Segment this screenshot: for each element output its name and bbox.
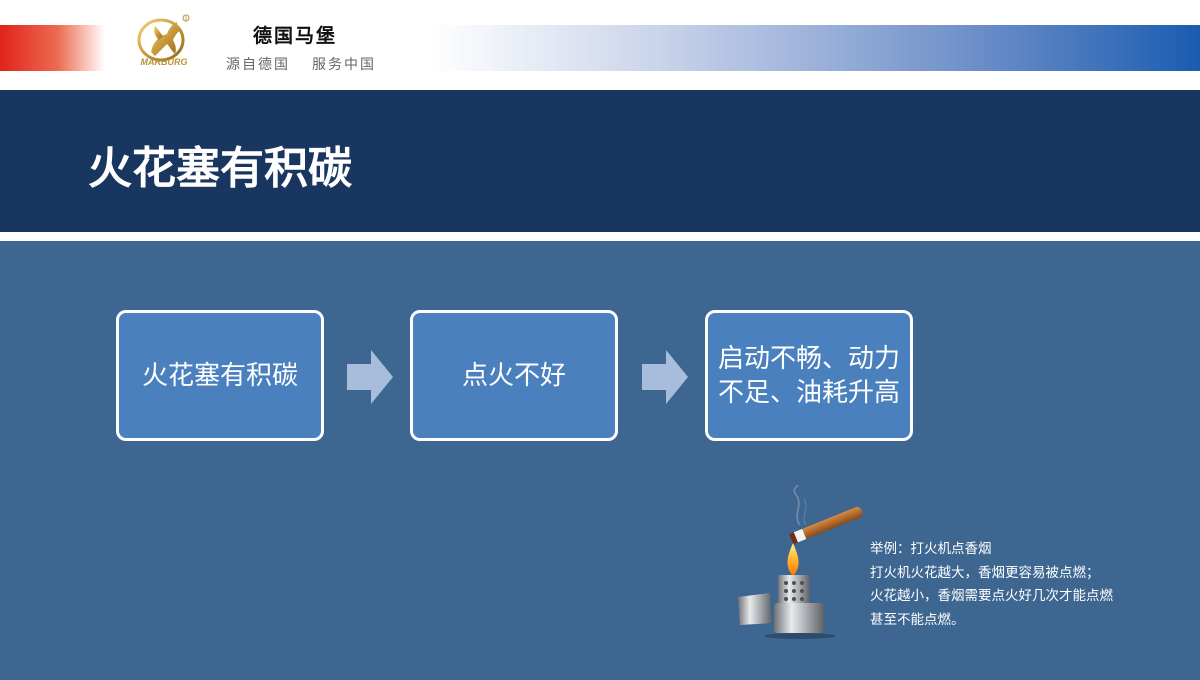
arrow-right-icon <box>642 350 688 404</box>
page-title: 火花塞有积碳 <box>88 143 352 194</box>
arrow-right-icon <box>347 350 393 404</box>
brand-name: 德国马堡 <box>253 25 338 47</box>
example-line: 打火机火花越大，香烟更容易被点燃； <box>870 564 1100 581</box>
slogan: 源自德国 服务中国 <box>226 54 376 74</box>
slogan-part-1: 源自德国 <box>226 57 290 73</box>
lighter-cigarette-icon <box>738 485 863 639</box>
flow-box-result: 启动不畅、动力不足、油耗升高 <box>705 310 913 441</box>
title-band: 火花塞有积碳 <box>0 90 1200 232</box>
slogan-part-2: 服务中国 <box>312 57 376 73</box>
logo-text: MARBURG <box>140 57 188 67</box>
example-line: 甚至不能点燃。 <box>870 611 965 628</box>
flow-box-effect: 点火不好 <box>410 310 618 441</box>
svg-text:R: R <box>185 16 188 21</box>
content-area: 火花塞有积碳 点火不好 启动不畅、动力不足、油耗升高 举例：打火机点香烟 打火机… <box>0 241 1200 680</box>
example-line: 举例：打火机点香烟 <box>870 541 992 557</box>
flow-box-cause: 火花塞有积碳 <box>116 310 324 441</box>
blue-gradient-bar <box>430 25 1200 71</box>
example-text: 举例：打火机点香烟 打火机火花越大，香烟更容易被点燃； 火花越小，香烟需要点火好… <box>870 538 1113 632</box>
example-line: 火花越小，香烟需要点火好几次才能点燃 <box>870 588 1113 604</box>
red-accent-bar <box>0 25 105 71</box>
header: R MARBURG 德国马堡 源自德国 服务中国 <box>0 0 1200 90</box>
